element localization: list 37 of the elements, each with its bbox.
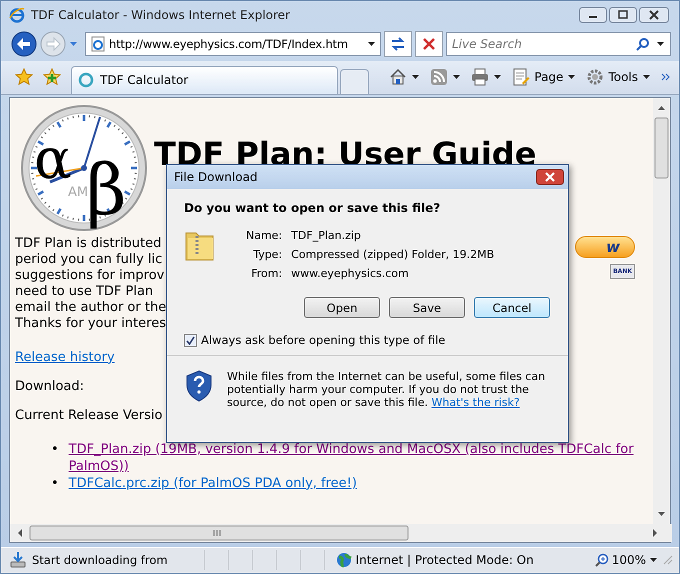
release-history-link[interactable]: Release history xyxy=(15,350,115,365)
tools-menu[interactable]: Tools xyxy=(586,68,651,86)
download-link[interactable]: TDF_Plan.zip (19MB, version 1.4.9 for Windows and MacOSX (also includes TDFCalc for PalmOS)) xyxy=(68,440,641,475)
text-line: suggestions for improv xyxy=(15,268,164,284)
download-label: Download: xyxy=(15,378,84,394)
field-value: www.eyephysics.com xyxy=(291,267,409,280)
bullet: • xyxy=(51,474,59,492)
zoom-button[interactable]: 100% xyxy=(594,553,658,568)
address-field[interactable]: http://www.eyephysics.com/TDF/Index.htm xyxy=(85,32,381,56)
dialog-button[interactable]: Cancel xyxy=(474,297,550,318)
text-line: period you can fully lic xyxy=(15,252,162,268)
dialog-button[interactable]: Open xyxy=(304,297,380,318)
dialog-button[interactable]: Save xyxy=(389,297,465,318)
current-release-label: Current Release Versio xyxy=(15,408,162,423)
buy-button[interactable]: w xyxy=(575,236,635,258)
field-label: Type: xyxy=(253,248,282,261)
field-value: Compressed (zipped) Folder, 19.2MB xyxy=(291,248,494,261)
text-line: need to use TDF Plan xyxy=(15,284,154,300)
browser-tab[interactable]: TDF Calculator xyxy=(71,66,338,94)
checkbox-label: Always ask before opening this type of file xyxy=(201,333,446,347)
status-text: Start downloading from xyxy=(32,553,168,568)
dialog-question: Do you want to open or save this file? xyxy=(184,201,442,215)
page-menu[interactable]: Page xyxy=(512,68,576,86)
search-field[interactable]: Live Search xyxy=(446,32,671,56)
text-line: TDF Plan is distributed xyxy=(15,236,162,252)
download-link[interactable]: TDFCalc.prc.zip (for PalmOS PDA only, free!) xyxy=(68,474,357,492)
field-label: Name: xyxy=(246,229,282,242)
field-label: From: xyxy=(251,267,282,280)
text-line: email the author or the xyxy=(15,300,166,316)
window-title: TDF Calculator - Windows Internet Explorer xyxy=(31,8,290,22)
warning-text: While files from the Internet can be useful, some files can potentially harm your computer. If you do not trust the source, do not open or save this file. What's the risk? xyxy=(227,370,546,409)
risk-link[interactable]: What's the risk? xyxy=(432,396,520,409)
bullet: • xyxy=(51,440,59,458)
field-value: TDF_Plan.zip xyxy=(291,229,361,242)
dialog-title: File Download xyxy=(174,170,258,184)
text-line: Thanks for your interes xyxy=(15,316,166,332)
security-zone-text: Internet | Protected Mode: On xyxy=(356,553,534,568)
